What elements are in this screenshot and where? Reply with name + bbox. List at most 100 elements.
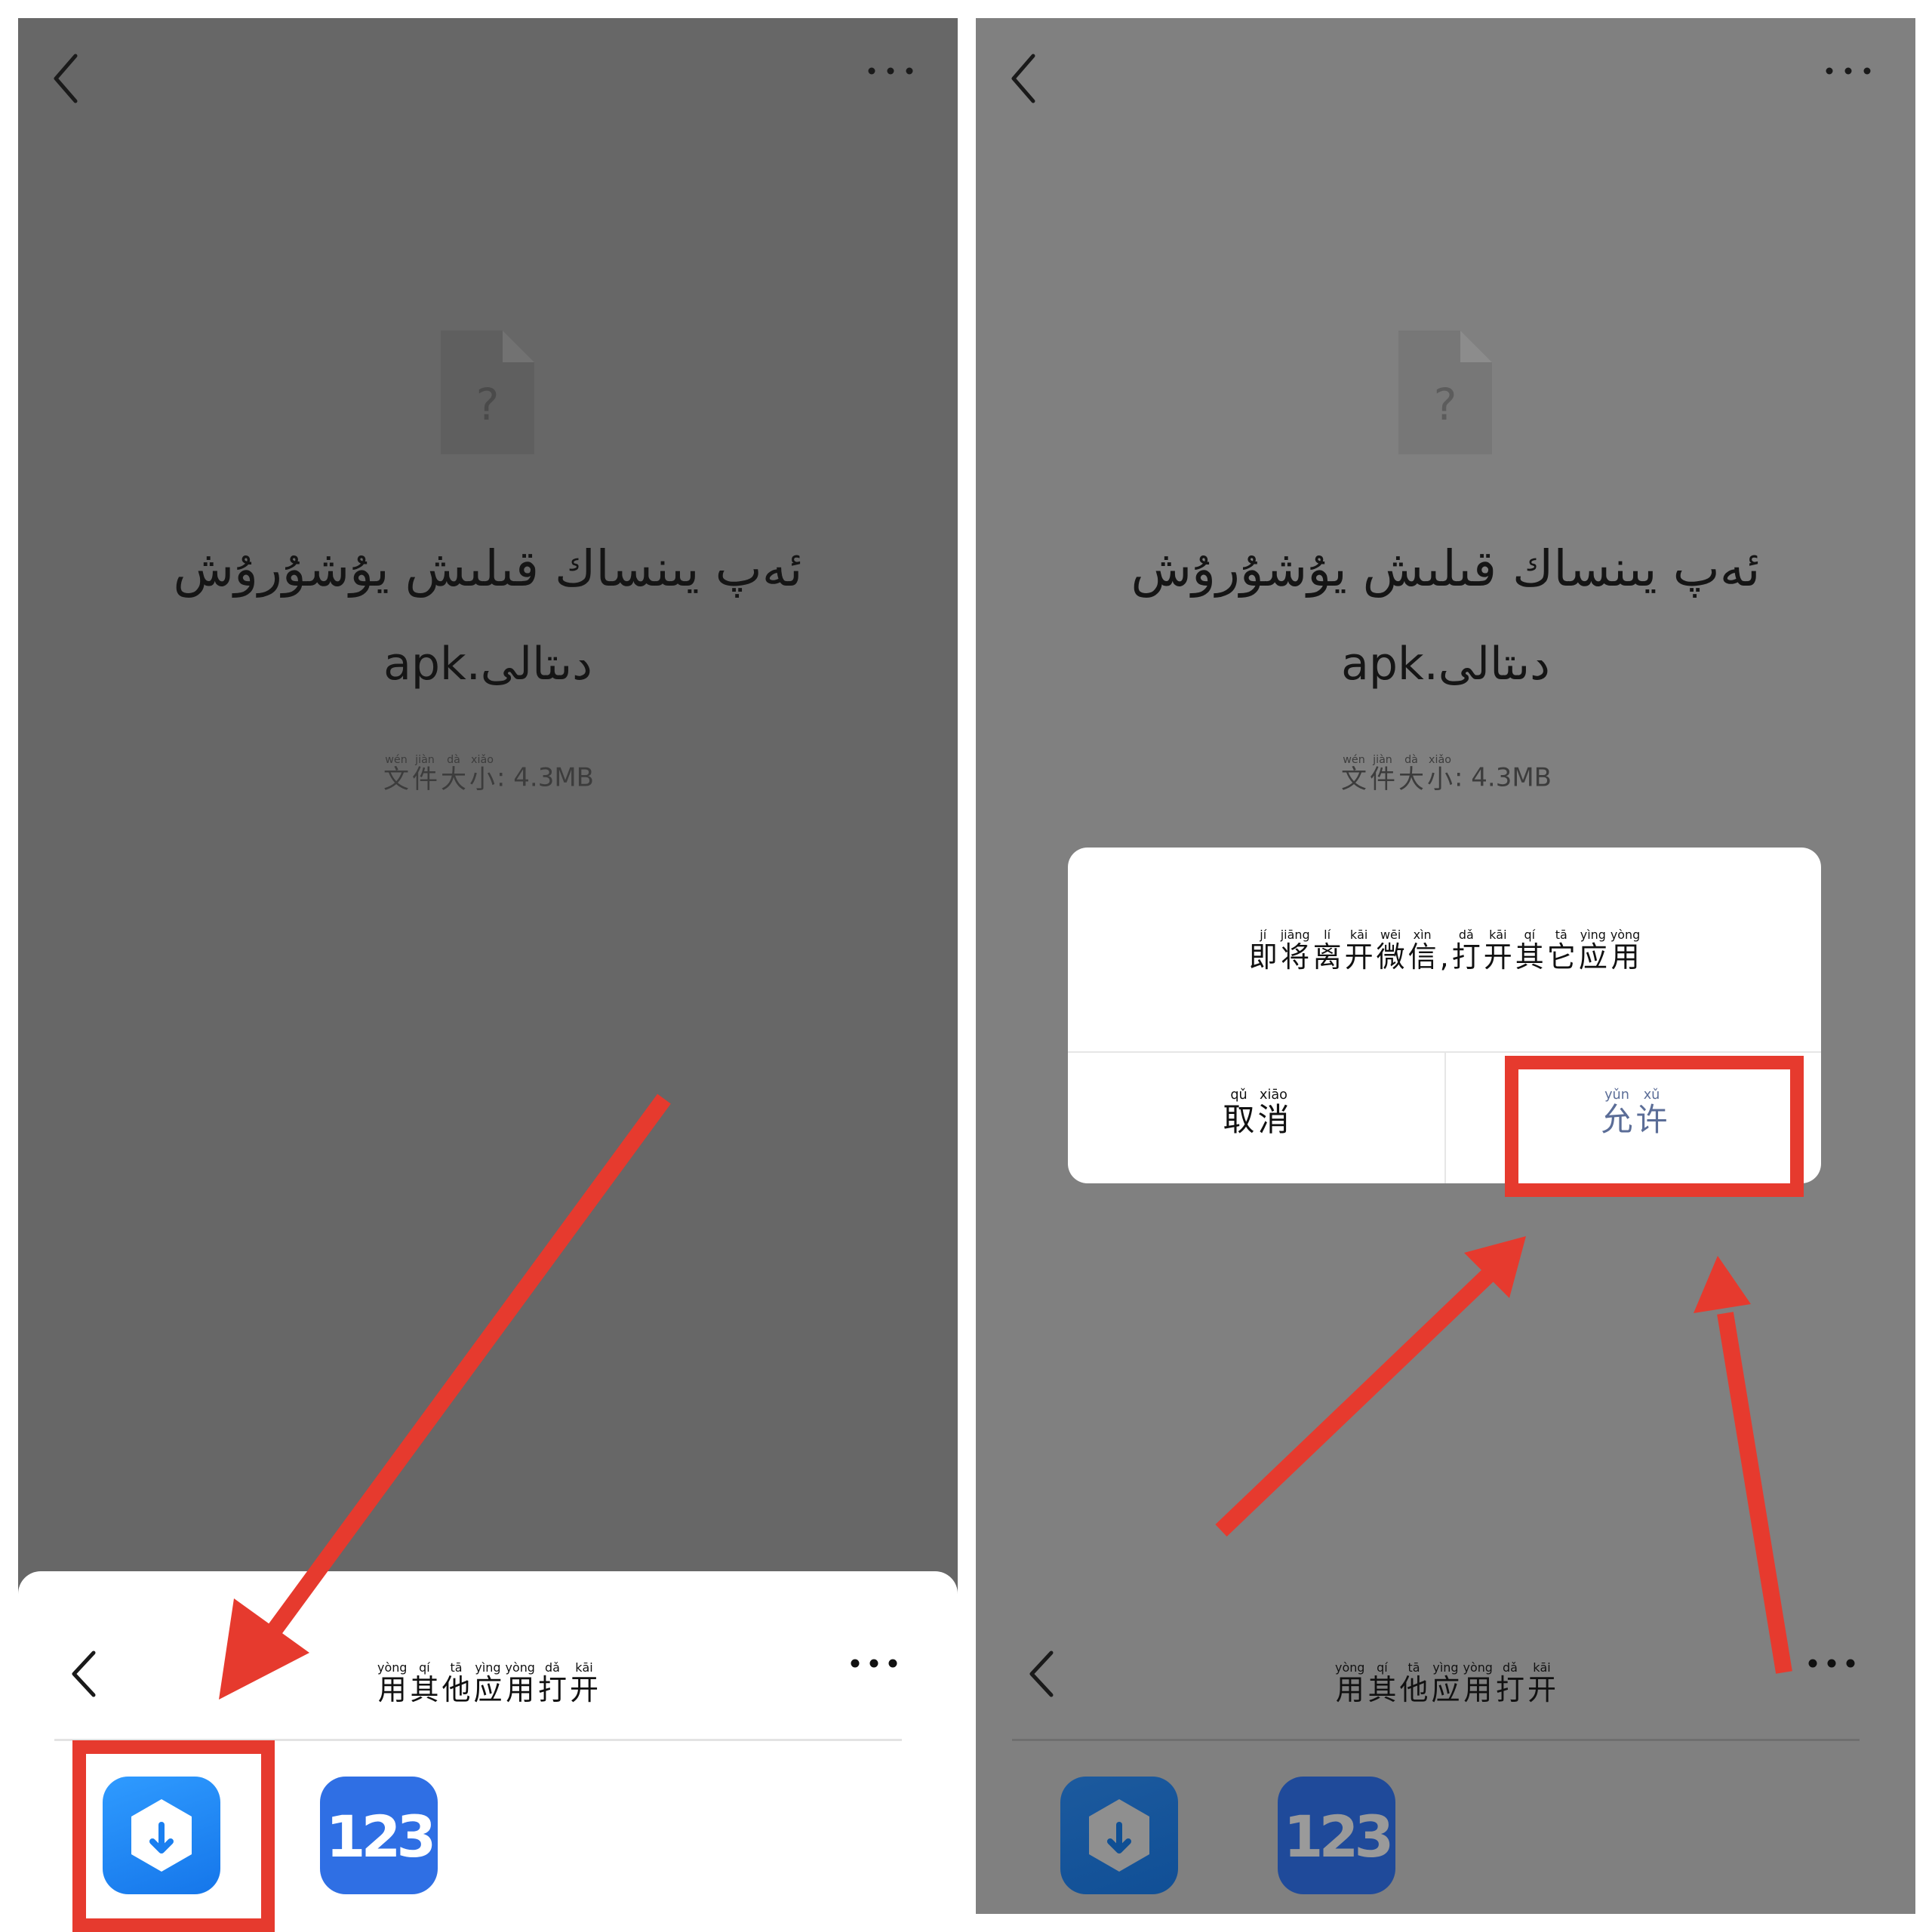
pinyin: dà (1404, 754, 1418, 766)
hanzi: 应 (1578, 940, 1607, 974)
ruby-char: yìng 应 (1579, 929, 1607, 971)
more-options-icon[interactable] (1822, 63, 1875, 78)
sheet-more-icon[interactable] (1805, 1656, 1858, 1671)
hanzi: 微 (1376, 940, 1405, 974)
hanzi: 大 (1398, 764, 1424, 795)
file-name-line1: ئەپ يىنساك قىلىش يۇشۇرۇش (173, 540, 803, 598)
back-chevron-icon[interactable] (1003, 48, 1048, 109)
ruby-char: dà 大 (1398, 754, 1424, 795)
right-screen: ? ئەپ يىنساك قىلىش يۇشۇرۇش apk.دىتالى wé… (976, 18, 1915, 1914)
ruby-char: wén 文 (1341, 754, 1367, 793)
file-name-line2: apk.دىتالى (383, 638, 592, 691)
hanzi: 开 (1527, 1672, 1556, 1706)
hanzi: 小 (469, 764, 495, 795)
ruby-char: tā 他 (1399, 1662, 1428, 1704)
ruby-char: dǎ 打 (1496, 1662, 1524, 1704)
hanzi: 其 (1367, 1672, 1397, 1706)
hanzi: 它 (1546, 940, 1576, 974)
pinyin: lí (1324, 928, 1331, 942)
pinyin: qí (1524, 928, 1536, 942)
ruby-char: lí 离 (1313, 929, 1342, 971)
ruby-char: jiàn 件 (1370, 755, 1395, 795)
ruby-char: , (1440, 929, 1449, 971)
hanzi: 用 (377, 1672, 407, 1706)
svg-text:123: 123 (1284, 1803, 1390, 1870)
pinyin: wén (1343, 754, 1365, 766)
ruby-char: yòng 用 (1611, 929, 1640, 971)
sheet-title: yòng 用 qí 其 tā 他 yìng 应 yòng 用 dǎ 打 kāi 开 (976, 1662, 1915, 1704)
app-123-icon[interactable]: 123 (1278, 1777, 1395, 1894)
open-with-sheet-dimmed: yòng 用 qí 其 tā 他 yìng 应 yòng 用 dǎ 打 kāi 开 123 (976, 1571, 1915, 1914)
hanzi: 开 (569, 1672, 598, 1706)
ruby-char: tā 它 (1547, 929, 1576, 971)
pinyin: jí (1260, 928, 1267, 942)
file-name-line2: apk.دىتالى (1341, 638, 1550, 691)
pinyin: tā (1407, 1660, 1420, 1675)
hanzi: 开 (1483, 940, 1512, 974)
pinyin: dǎ (545, 1660, 560, 1675)
pinyin: yòng (1463, 1660, 1493, 1675)
dialog-message: jí 即 jiāng 将 lí 离 kāi 开 wēi 微 xìn 信 , dǎ 打 kāi 开 qí 其 tā 它 y… (1068, 929, 1821, 971)
ruby-char: jiāng 将 (1281, 929, 1310, 971)
back-chevron-icon[interactable] (45, 48, 91, 109)
svg-text:?: ? (1434, 379, 1457, 430)
ruby-char: dà 大 (441, 755, 466, 795)
pinyin: kāi (575, 1660, 593, 1675)
ruby-char: kāi 开 (1345, 929, 1374, 971)
pinyin: wén (385, 754, 408, 766)
svg-text:?: ? (476, 379, 500, 430)
hanzi: 小 (1427, 764, 1453, 795)
ruby-char: yìng 应 (473, 1662, 502, 1704)
ruby-char: qí 其 (1367, 1662, 1396, 1704)
hanzi: 用 (1463, 1672, 1493, 1706)
hanzi: 打 (1495, 1672, 1524, 1706)
pinyin (1440, 929, 1449, 941)
ruby-char: dǎ 打 (1452, 929, 1481, 971)
more-options-icon[interactable] (864, 63, 917, 78)
pinyin: qǔ (1230, 1088, 1247, 1103)
hanzi: 应 (1431, 1672, 1460, 1706)
pinyin: kāi (1349, 928, 1368, 942)
ruby-char: yòng 用 (1463, 1662, 1493, 1704)
pinyin: yìng (475, 1660, 501, 1675)
pinyin: kāi (1533, 1660, 1551, 1675)
ruby-char: xiāo 消 (1258, 1088, 1290, 1136)
pinyin: xiǎo (471, 754, 494, 766)
file-size-label: wén 文 jiàn 件 dà 大 xiǎo 小: 4.3MB (383, 754, 594, 795)
hanzi: 将 (1281, 940, 1310, 974)
ruby-char: jí 即 (1249, 929, 1278, 971)
pinyin: xiāo (1260, 1088, 1287, 1103)
highlight-box-allow-button (1505, 1056, 1804, 1197)
hanzi: 用 (1611, 940, 1640, 974)
hanzi: 大 (441, 764, 466, 795)
hanzi: 其 (410, 1672, 439, 1706)
hanzi: 文 (383, 764, 409, 795)
ruby-char: xiǎo 小 (1427, 754, 1453, 795)
pinyin: kāi (1489, 928, 1507, 942)
file-size-label: wén 文 jiàn 件 dà 大 xiǎo 小: 4.3MB (1341, 754, 1552, 795)
ruby-char: dǎ 打 (538, 1662, 567, 1704)
hanzi: 其 (1515, 940, 1544, 974)
hanzi: 件 (412, 764, 438, 795)
file-name-line1: ئەپ يىنساك قىلىش يۇشۇرۇش (1131, 540, 1761, 598)
ruby-char: kāi 开 (1527, 1662, 1556, 1704)
hanzi: 开 (1344, 940, 1374, 974)
ruby-char: wén 文 (383, 754, 409, 795)
app-123-icon[interactable]: 123 (320, 1777, 438, 1894)
download-app-icon[interactable] (1060, 1777, 1178, 1894)
hanzi: 离 (1312, 940, 1342, 974)
sheet-divider (1012, 1739, 1860, 1741)
ruby-char: qǔ 取 (1223, 1088, 1254, 1136)
pinyin: xiǎo (1429, 754, 1451, 766)
pinyin: yòng (377, 1660, 408, 1675)
ruby-char: yòng 用 (1335, 1662, 1364, 1704)
pinyin: qí (1377, 1660, 1388, 1675)
hanzi: 用 (506, 1672, 535, 1706)
hanzi: 件 (1370, 764, 1395, 795)
pinyin: tā (1555, 928, 1567, 942)
highlight-box-download-app (72, 1740, 275, 1932)
cancel-button[interactable]: qǔ 取 xiāo 消 (1068, 1053, 1444, 1183)
pinyin: yòng (1610, 928, 1641, 942)
unknown-file-icon: ? (441, 331, 534, 454)
sheet-more-icon[interactable] (848, 1656, 900, 1671)
